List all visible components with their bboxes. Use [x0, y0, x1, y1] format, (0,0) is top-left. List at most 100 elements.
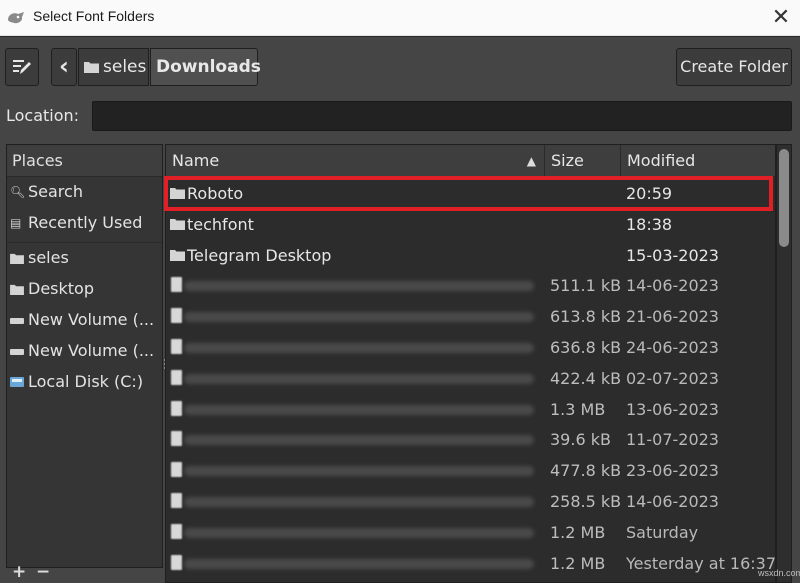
file-icon	[171, 554, 182, 570]
place-seles[interactable]: seles	[7, 244, 162, 272]
folder-row[interactable]: Telegram Desktop 15-03-2023	[166, 240, 775, 271]
breadcrumb-seles[interactable]: seles	[78, 48, 149, 86]
file-size: 477.8 kB	[550, 461, 622, 481]
back-button[interactable]: ‹	[51, 48, 77, 86]
folder-icon	[170, 218, 185, 230]
place-local-disk[interactable]: Local Disk (C:)	[7, 368, 162, 396]
selection-highlight-annotation	[164, 176, 773, 211]
file-modified: 18:38	[626, 214, 673, 234]
file-modified: 13-06-2023	[626, 399, 719, 419]
file-icon	[171, 493, 182, 508]
sort-ascending-icon: ▲	[526, 154, 536, 168]
file-modified: 15-03-2023	[626, 245, 719, 265]
blurred-filename	[184, 404, 534, 415]
file-modified: 23-06-2023	[626, 461, 719, 481]
file-icon	[171, 523, 182, 539]
location-input[interactable]	[92, 101, 792, 131]
blurred-filename	[184, 373, 534, 384]
file-icon	[171, 339, 182, 354]
edit-icon	[13, 60, 31, 74]
place-new-volume-1[interactable]: New Volume (...	[7, 306, 162, 334]
scrollbar-thumb[interactable]	[779, 149, 789, 247]
folder-icon	[84, 62, 99, 73]
file-row[interactable]: 258.5 kB 14-06-2023	[166, 486, 775, 517]
chevron-left-icon: ‹	[59, 52, 69, 80]
file-size: 39.6 kB	[550, 430, 611, 450]
file-modified: 14-06-2023	[626, 492, 719, 511]
blurred-filename	[184, 527, 534, 538]
gimp-app-icon	[8, 12, 24, 24]
column-header-modified[interactable]: Modified	[621, 145, 775, 177]
file-modified: Saturday	[626, 522, 699, 542]
file-icon	[171, 431, 182, 447]
add-bookmark-button[interactable]: +	[12, 564, 26, 581]
file-modified: 24-06-2023	[626, 338, 719, 357]
file-icon	[171, 400, 182, 416]
file-size: 511.1 kB	[550, 276, 622, 296]
column-header-name[interactable]: Name ▲	[166, 145, 545, 177]
drive-icon	[10, 318, 24, 324]
file-row[interactable]: 477.8 kB 23-06-2023	[166, 455, 775, 486]
breadcrumb-label: seles	[103, 57, 147, 77]
file-modified: 02-07-2023	[626, 368, 719, 388]
file-size: 422.4 kB	[550, 368, 622, 388]
blurred-filename	[184, 435, 534, 446]
folder-icon	[10, 253, 24, 264]
vertical-scrollbar[interactable]	[776, 144, 792, 583]
column-header-size[interactable]: Size	[545, 145, 621, 177]
file-row[interactable]: 636.8 kB 24-06-2023	[166, 332, 775, 363]
blurred-filename	[184, 281, 534, 292]
recent-icon: ▤	[10, 216, 22, 230]
places-header: Places	[7, 145, 162, 177]
places-divider	[7, 242, 162, 243]
search-icon: 🔍︎	[10, 185, 26, 199]
blurred-filename	[184, 558, 534, 569]
create-folder-button[interactable]: Create Folder	[676, 48, 792, 86]
file-row[interactable]: 511.1 kB 14-06-2023	[166, 270, 775, 301]
file-name: techfont	[187, 214, 254, 234]
location-label: Location:	[6, 106, 80, 125]
file-icon	[171, 369, 182, 385]
file-row[interactable]: 1.2 MB Saturday	[166, 517, 775, 548]
file-row[interactable]: 1.3 MB 13-06-2023	[166, 394, 775, 425]
file-size: 636.8 kB	[550, 338, 622, 357]
file-icon	[171, 277, 182, 293]
edit-location-button[interactable]	[5, 48, 39, 86]
file-row[interactable]: 1.2 MB Yesterday at 16:37	[166, 548, 776, 579]
file-size: 613.8 kB	[550, 307, 622, 327]
folder-row[interactable]: techfont 18:38	[166, 209, 775, 240]
blurred-filename	[184, 497, 534, 507]
file-chooser-dialog: ‹ seles Downloads Create Folder Location…	[0, 37, 800, 583]
remove-bookmark-button[interactable]: −	[36, 564, 50, 581]
watermark: wsxdn.com	[758, 568, 800, 578]
drive-icon	[10, 349, 24, 355]
file-modified: Yesterday at 16:37	[626, 553, 776, 573]
place-desktop[interactable]: Desktop	[7, 275, 162, 303]
file-size: 1.3 MB	[550, 399, 606, 419]
place-search[interactable]: 🔍︎ Search	[7, 178, 162, 206]
file-row[interactable]: 422.4 kB 02-07-2023	[166, 363, 775, 394]
title-bar: Select Font Folders ✕	[0, 0, 800, 36]
file-size: 1.2 MB	[550, 553, 606, 573]
folder-icon	[170, 249, 185, 261]
close-icon[interactable]: ✕	[767, 4, 795, 32]
place-new-volume-2[interactable]: New Volume (...	[7, 337, 162, 365]
window-title: Select Font Folders	[33, 8, 155, 24]
file-modified: 11-07-2023	[626, 430, 719, 450]
file-size: 1.2 MB	[550, 522, 606, 542]
places-sidebar: Places 🔍︎ Search ▤ Recently Used seles D…	[6, 144, 163, 568]
folder-icon	[10, 284, 24, 295]
file-modified: 21-06-2023	[626, 307, 719, 327]
place-recently-used[interactable]: ▤ Recently Used	[7, 209, 162, 237]
blurred-filename	[184, 312, 534, 323]
file-size: 258.5 kB	[550, 492, 622, 511]
file-name: Telegram Desktop	[187, 245, 332, 265]
blurred-filename	[184, 466, 534, 477]
file-icon	[171, 308, 182, 324]
file-row[interactable]: 613.8 kB 21-06-2023	[166, 301, 775, 332]
file-icon	[171, 462, 182, 478]
file-row[interactable]: 39.6 kB 11-07-2023	[166, 424, 775, 455]
breadcrumb-downloads[interactable]: Downloads	[150, 48, 261, 86]
places-footer: + −	[6, 564, 163, 583]
disk-icon	[10, 377, 24, 387]
